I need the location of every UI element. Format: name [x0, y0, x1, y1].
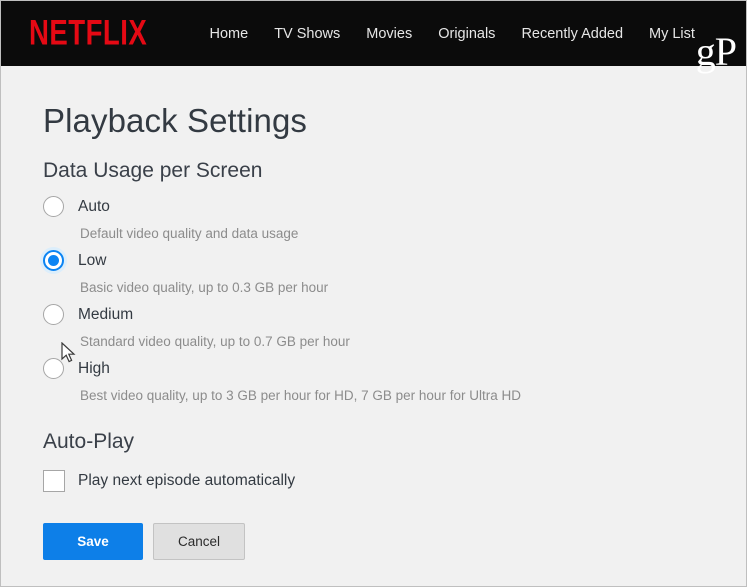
radio-row-low[interactable]: Low: [1, 247, 746, 274]
radio-button-auto[interactable]: [43, 196, 64, 217]
section-title-auto-play: Auto-Play: [43, 430, 135, 453]
netflix-logo[interactable]: NETFLIX: [29, 15, 147, 51]
page-title: Playback Settings: [43, 102, 308, 139]
browser-page: NETFLIX Home TV Shows Movies Originals R…: [0, 0, 747, 587]
autoplay-checkbox-row[interactable]: Play next episode automatically: [1, 468, 746, 494]
radio-description-low: Basic video quality, up to 0.3 GB per ho…: [80, 280, 329, 295]
radio-label-auto[interactable]: Auto: [78, 198, 110, 216]
nav-item-originals[interactable]: Originals: [438, 26, 495, 42]
nav-item-movies[interactable]: Movies: [366, 26, 412, 42]
radio-label-medium[interactable]: Medium: [78, 306, 133, 324]
radio-row-medium[interactable]: Medium: [1, 301, 746, 328]
site-header: NETFLIX Home TV Shows Movies Originals R…: [1, 1, 746, 72]
nav-item-home[interactable]: Home: [210, 26, 249, 42]
data-usage-radio-group: Auto Default video quality and data usag…: [1, 193, 746, 409]
autoplay-checkbox-label[interactable]: Play next episode automatically: [78, 472, 295, 490]
action-button-row: Save Cancel: [1, 523, 746, 560]
cancel-button[interactable]: Cancel: [153, 523, 245, 560]
radio-button-low[interactable]: [43, 250, 64, 271]
save-button[interactable]: Save: [43, 523, 143, 560]
radio-button-high[interactable]: [43, 358, 64, 379]
settings-content: Playback Settings Data Usage per Screen …: [1, 66, 746, 560]
radio-description-auto: Default video quality and data usage: [80, 226, 299, 241]
radio-row-high[interactable]: High: [1, 355, 746, 382]
radio-label-high[interactable]: High: [78, 360, 110, 378]
radio-row-auto[interactable]: Auto: [1, 193, 746, 220]
nav-item-my-list[interactable]: My List: [649, 26, 695, 42]
radio-description-high: Best video quality, up to 3 GB per hour …: [80, 388, 521, 403]
nav-item-recently-added[interactable]: Recently Added: [521, 26, 623, 42]
autoplay-checkbox[interactable]: [43, 470, 65, 492]
radio-button-medium[interactable]: [43, 304, 64, 325]
radio-label-low[interactable]: Low: [78, 252, 106, 270]
radio-description-medium: Standard video quality, up to 0.7 GB per…: [80, 334, 350, 349]
main-navigation: Home TV Shows Movies Originals Recently …: [210, 26, 695, 42]
nav-item-tv-shows[interactable]: TV Shows: [274, 26, 340, 42]
section-title-data-usage: Data Usage per Screen: [43, 159, 263, 182]
